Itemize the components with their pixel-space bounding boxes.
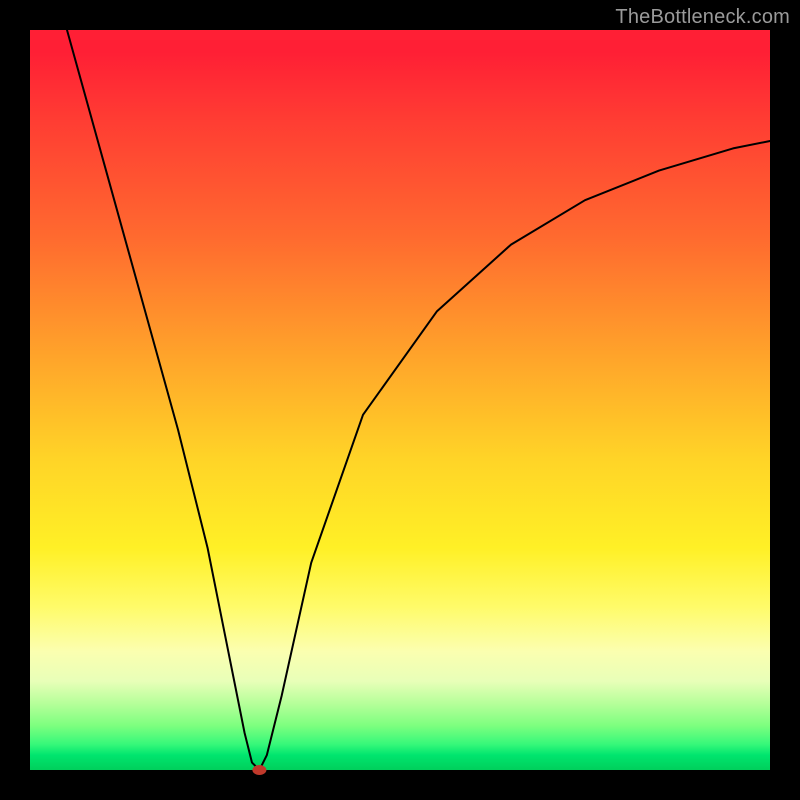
chart-frame: TheBottleneck.com	[0, 0, 800, 800]
watermark-text: TheBottleneck.com	[615, 6, 790, 29]
curve-svg	[30, 30, 770, 770]
minimum-marker	[252, 765, 266, 775]
bottleneck-curve	[67, 30, 770, 770]
plot-area	[30, 30, 770, 770]
